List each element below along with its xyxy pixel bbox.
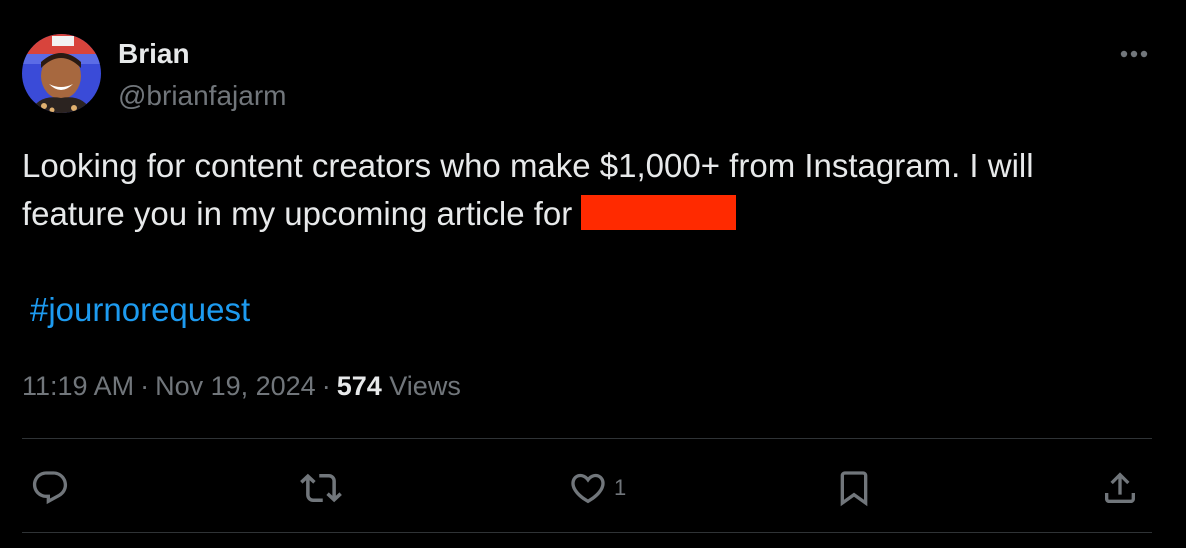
views-label: Views xyxy=(389,371,461,401)
author-name[interactable]: Brian xyxy=(118,36,190,72)
share-button[interactable] xyxy=(1100,466,1140,510)
like-count: 1 xyxy=(614,475,627,500)
redaction-box xyxy=(581,195,737,230)
retweet-icon xyxy=(300,473,342,503)
tweet-time[interactable]: 11:19 AM xyxy=(22,371,134,401)
heart-icon xyxy=(571,473,605,504)
tweet-meta: 11:19 AM · Nov 19, 2024 · 574 Views xyxy=(22,368,461,404)
meta-separator: · xyxy=(321,371,331,401)
share-icon xyxy=(1105,472,1135,503)
tweet-card: Brian @brianfajarm Looking for content c… xyxy=(0,0,1186,548)
more-dots-icon xyxy=(1120,50,1148,58)
reply-button[interactable] xyxy=(30,466,70,510)
more-options-button[interactable] xyxy=(1112,38,1156,70)
avatar-image xyxy=(22,34,101,113)
meta-separator: · xyxy=(140,371,150,401)
divider xyxy=(22,438,1152,439)
tweet-text-line-2: feature you in my upcoming article for xyxy=(22,190,1152,238)
author-handle[interactable]: @brianfajarm xyxy=(118,78,286,114)
tweet-text: Looking for content creators who make $1… xyxy=(22,142,1152,238)
divider xyxy=(22,532,1152,533)
views-count: 574 xyxy=(336,371,382,401)
retweet-button[interactable] xyxy=(300,466,342,510)
tweet-text-line-2-prefix: feature you in my upcoming article for xyxy=(22,195,582,232)
tweet-date[interactable]: Nov 19, 2024 xyxy=(155,371,316,401)
avatar[interactable] xyxy=(22,34,101,113)
hashtag-link[interactable]: #journorequest xyxy=(30,286,250,334)
bookmark-button[interactable] xyxy=(834,466,874,510)
bookmark-icon xyxy=(840,471,868,507)
like-button[interactable]: 1 xyxy=(568,466,626,510)
reply-icon xyxy=(32,471,68,505)
tweet-text-line-1: Looking for content creators who make $1… xyxy=(22,147,1034,184)
